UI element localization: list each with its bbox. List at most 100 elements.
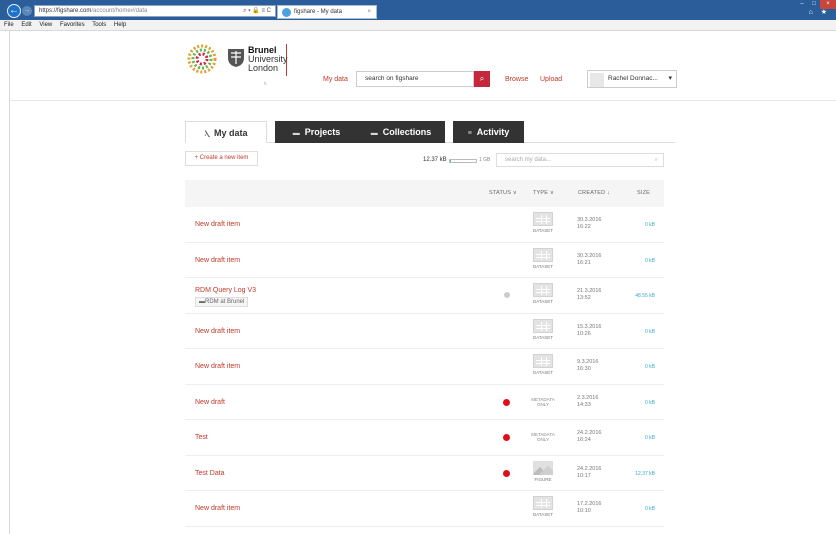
item-created: 30.3.2016 16:21 (577, 253, 601, 267)
tab-label: My data (214, 128, 248, 138)
item-title[interactable]: Test (195, 434, 208, 441)
item-created: 24.2.2016 16:24 (577, 430, 601, 444)
university-name: Brunel University London (248, 46, 288, 73)
item-title[interactable]: New draft item (195, 221, 240, 228)
created-time: 14:33 (577, 401, 591, 408)
search-icon[interactable]: ⌕ (474, 71, 490, 87)
created-date: 24.2.2016 (577, 430, 602, 436)
item-title[interactable]: Test Data (195, 470, 225, 477)
university-line-3: London (248, 63, 279, 73)
item-size: 0 kB (644, 328, 655, 335)
item-title[interactable]: New draft item (195, 328, 240, 335)
site-search-input[interactable]: search on figshare (356, 71, 474, 87)
table-row[interactable]: Test Data FIGURE 24.2.2016 10:17 12.37 kB (185, 456, 664, 491)
item-title[interactable]: New draft item (195, 505, 240, 512)
nav-my-data[interactable]: My data (323, 76, 348, 83)
created-time: 16:24 (577, 437, 591, 443)
item-title[interactable]: New draft (195, 399, 225, 406)
figshare-favicon-icon (282, 8, 291, 17)
column-size[interactable]: SIZE (637, 190, 650, 196)
item-size: 48.55 kB (635, 293, 655, 299)
project-name: RDM at Brunel (205, 299, 245, 305)
menu-help[interactable]: Help (114, 22, 126, 28)
activity-icon: ≡ (467, 130, 472, 137)
table-row[interactable]: New draft item DATASET 30.3.2016 16:22 0 kB (185, 207, 664, 243)
created-date: 15.3.2016 (577, 323, 602, 330)
created-time: 16:22 (577, 224, 591, 230)
my-data-search-placeholder: search my data... (505, 157, 552, 163)
browser-tab[interactable]: figshare - My data × (277, 5, 377, 19)
menu-file[interactable]: File (4, 22, 14, 28)
site-header: Brunel University London ∧ My data searc… (10, 31, 836, 101)
figure-icon (533, 460, 553, 475)
project-tag[interactable]: ▬RDM at Brunel (195, 297, 249, 307)
item-type: DATASET (532, 263, 554, 269)
menu-tools[interactable]: Tools (92, 22, 106, 28)
table-row[interactable]: New draft METADATA ONLY 2.3.2016 14:33 0 kB (185, 385, 664, 420)
item-size: 12.37 kB (635, 470, 655, 477)
browser-tab-title: figshare - My data (294, 9, 343, 15)
tab-collections[interactable]: ▬ Collections (357, 121, 445, 143)
table-row[interactable]: New draft item DATASET 17.2.2016 10:10 0 kB (185, 491, 664, 527)
menu-favorites[interactable]: Favorites (60, 22, 85, 28)
created-time: 13:52 (577, 295, 591, 301)
avatar (590, 73, 604, 87)
chevron-down-icon[interactable]: ▾ (668, 74, 672, 82)
created-date: 30.3.2016 (577, 252, 602, 259)
status-dot-icon (504, 292, 510, 298)
address-bar[interactable]: https://figshare.com/account/home#/data … (34, 5, 276, 17)
home-favorites-icons[interactable]: ⌂ ★ (809, 8, 830, 16)
item-size: 0 kB (644, 506, 655, 512)
item-type: FIGURE (534, 476, 552, 482)
browser-titlebar: ← → https://figshare.com/account/home#/d… (0, 0, 836, 20)
item-size: 0 kB (644, 222, 655, 228)
collapse-caret-icon[interactable]: ∧ (263, 80, 267, 87)
minimize-button[interactable]: – (796, 0, 808, 9)
back-arrow-icon[interactable]: ← (7, 4, 21, 18)
tab-projects[interactable]: ▬ Projects (275, 121, 358, 143)
table-row[interactable]: Test METADATA ONLY 24.2.2016 16:24 0 kB (185, 420, 664, 456)
table-row[interactable]: New draft item DATASET 15.3.2016 10:26 0 kB (185, 314, 664, 349)
my-data-search-input[interactable]: search my data... ⌕ (496, 153, 664, 167)
table-row[interactable]: New draft item DATASET 9.3.2016 16:30 0 kB (185, 349, 664, 385)
address-bar-icons[interactable]: ⌕ ▾ 🔒 ≡ C (243, 6, 271, 16)
dataset-icon (533, 212, 553, 226)
tab-my-data[interactable]: Ⲗ My data (185, 121, 267, 143)
forward-arrow-icon[interactable]: → (22, 6, 32, 16)
brunel-logo[interactable]: Brunel University London (227, 44, 288, 76)
column-created[interactable]: CREATED ↓ (578, 190, 610, 196)
menu-edit[interactable]: Edit (21, 22, 31, 28)
tab-activity[interactable]: ≡ Activity (453, 121, 524, 143)
created-time: 10:10 (577, 508, 591, 514)
item-type: METADATA ONLY (531, 396, 555, 407)
create-new-item-button[interactable]: + Create a new item (185, 151, 258, 166)
item-title[interactable]: RDM Query Log V3 (195, 287, 256, 294)
search-icon[interactable]: ⌕ (655, 154, 658, 166)
dataset-icon (533, 283, 553, 297)
table-header: STATUS ∨ TYPE ∨ CREATED ↓ SIZE (185, 180, 664, 207)
table-row[interactable]: New draft item DATASET 30.3.2016 16:21 0 kB (185, 243, 664, 278)
item-type: DATASET (532, 334, 554, 340)
nav-browse[interactable]: Browse (505, 76, 528, 83)
user-menu[interactable]: Rachel Donnac... ▾ (587, 70, 677, 88)
item-title[interactable]: New draft item (195, 257, 240, 264)
university-crest-icon (228, 49, 244, 67)
collection-icon: ▬ (370, 130, 378, 137)
column-type[interactable]: TYPE ∨ (533, 190, 554, 196)
column-status[interactable]: STATUS ∨ (489, 190, 517, 196)
created-time: 16:30 (577, 366, 591, 372)
tab-label: Projects (304, 127, 341, 137)
close-tab-icon[interactable]: × (367, 6, 371, 18)
dataset-icon (533, 496, 553, 510)
tab-label: Collections (382, 127, 432, 137)
nav-upload[interactable]: Upload (540, 76, 562, 83)
figshare-logo-icon[interactable] (187, 44, 217, 74)
item-created: 24.2.2016 10:17 (577, 466, 601, 480)
item-title[interactable]: New draft item (195, 363, 240, 370)
page-left-edge (0, 31, 10, 534)
menu-view[interactable]: View (39, 22, 52, 28)
quota-bar-fill (450, 160, 451, 162)
table-row[interactable]: RDM Query Log V3 ▬RDM at Brunel DATASET 21.… (185, 278, 664, 314)
created-date: 24.2.2016 (577, 465, 602, 472)
created-date: 9.3.2016 (577, 359, 599, 365)
